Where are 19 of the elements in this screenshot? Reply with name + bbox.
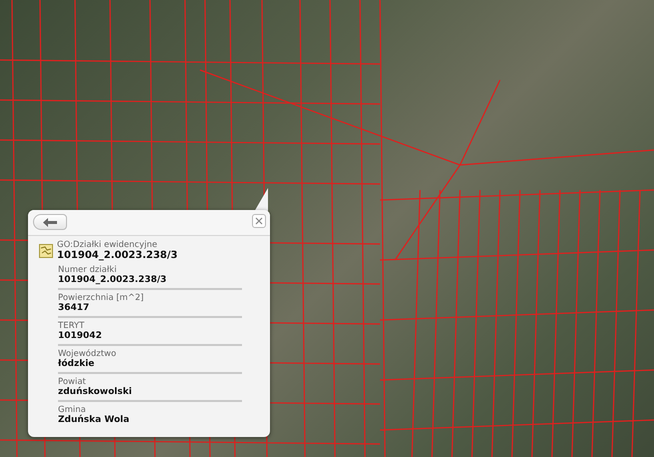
field-value: 36417 [58,303,90,314]
field-label: Województwo [58,349,118,359]
feature-title: 101904_2.0023.238/3 [57,250,178,262]
field-label: Powierzchnia [m^2] [58,293,145,303]
field-value: 1019042 [58,331,103,342]
field-label: Gmina [58,405,86,415]
field-value: łódzkie [58,359,96,370]
field-label: Powiat [58,377,86,387]
close-icon [255,217,263,225]
field-value: zduńskowolski [58,387,133,398]
back-button[interactable] [33,214,67,230]
layer-name: GO:Działki ewidencyjne [57,240,158,250]
field-label: TERYT [58,321,86,331]
field-value: Zduńska Wola [58,415,130,426]
layer-icon [39,244,53,258]
field-label: Numer działki [58,265,118,275]
close-button[interactable] [252,214,266,228]
back-arrow-icon [43,218,57,226]
field-value: 101904_2.0023.238/3 [58,275,168,286]
